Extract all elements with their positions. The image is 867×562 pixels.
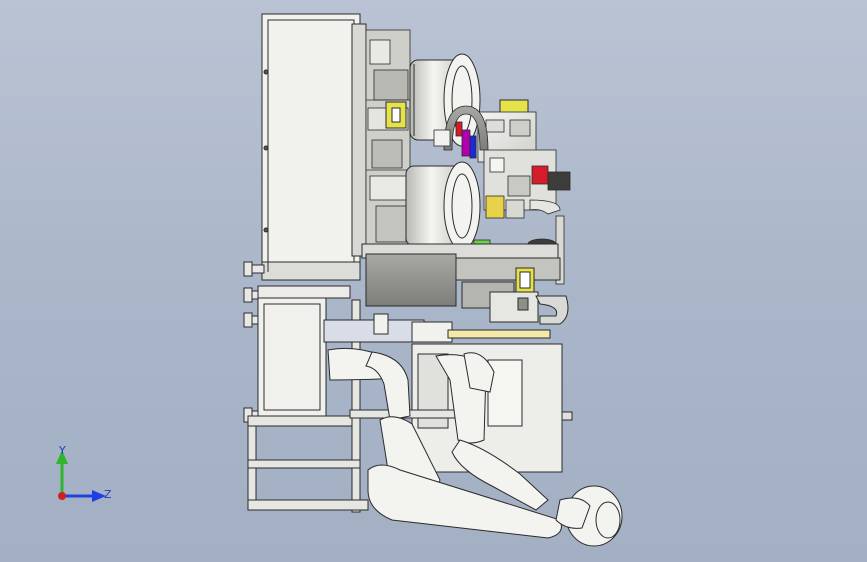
operator-mannequin [327, 347, 623, 547]
cad-viewport[interactable]: Y Z [0, 0, 867, 562]
mechanism-column [365, 29, 411, 249]
x-axis-origin [58, 492, 66, 500]
cabinet-panel [261, 13, 367, 281]
rail-beam [361, 243, 569, 325]
axis-triad: Y Z [56, 444, 112, 502]
lower-wheel [405, 161, 481, 251]
y-axis-label: Y [58, 444, 66, 457]
machine-assembly-drawing [243, 13, 623, 547]
z-axis-label: Z [104, 488, 112, 501]
